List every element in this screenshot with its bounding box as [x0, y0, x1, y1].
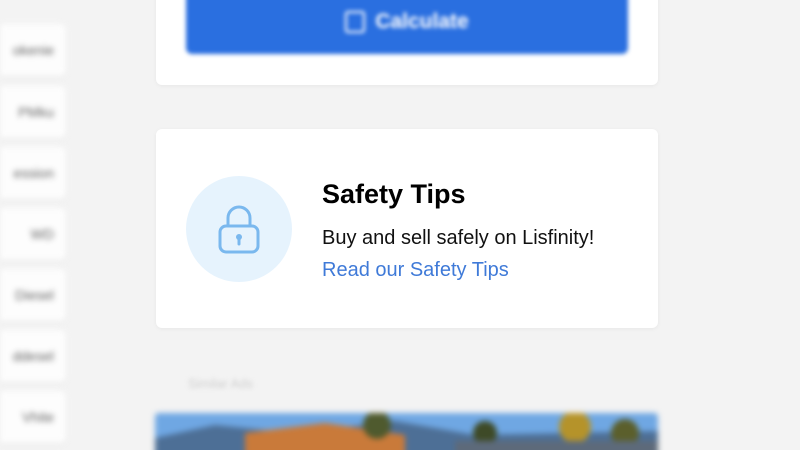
- list-item-label: Diesel: [15, 287, 54, 303]
- listing-image-scene: [155, 413, 658, 450]
- calculator-icon: [345, 11, 366, 33]
- list-item-label: okenie: [12, 42, 54, 58]
- calculate-button-label: Calculate: [375, 10, 469, 33]
- safety-tips-description: Buy and sell safely on Lisfinity!: [322, 227, 595, 249]
- list-item[interactable]: ddesel: [0, 330, 66, 382]
- list-item[interactable]: okenie: [0, 24, 66, 76]
- safety-tips-link[interactable]: Read our Safety Tips: [322, 259, 509, 281]
- list-item-label: WD: [30, 226, 54, 242]
- list-item-label: PMku: [18, 104, 54, 120]
- listing-image[interactable]: [155, 413, 658, 450]
- list-item[interactable]: WD: [0, 208, 66, 260]
- lock-icon: [218, 205, 260, 254]
- safety-tips-title: Safety Tips: [322, 179, 466, 209]
- section-label: Similar Ads: [188, 376, 254, 391]
- calculator-card: Calculate: [156, 0, 658, 85]
- left-filter-list: okenie PMku ession WD Diesel ddesel Vhit…: [0, 0, 70, 450]
- calculate-button[interactable]: Calculate: [186, 0, 628, 54]
- list-item[interactable]: PMku: [0, 86, 66, 138]
- list-item-label: ession: [13, 165, 54, 181]
- list-item-label: Vhite: [22, 409, 54, 425]
- list-item[interactable]: Vhite: [0, 391, 66, 443]
- list-item[interactable]: ession: [0, 147, 66, 199]
- safety-tips-text: Safety Tips Buy and sell safely on Lisfi…: [322, 177, 594, 283]
- list-item-label: ddesel: [12, 348, 54, 364]
- safety-tips-card: Safety Tips Buy and sell safely on Lisfi…: [156, 129, 658, 328]
- lock-icon-circle: [186, 176, 292, 282]
- list-item[interactable]: Diesel: [0, 269, 66, 321]
- page: okenie PMku ession WD Diesel ddesel Vhit…: [0, 0, 800, 450]
